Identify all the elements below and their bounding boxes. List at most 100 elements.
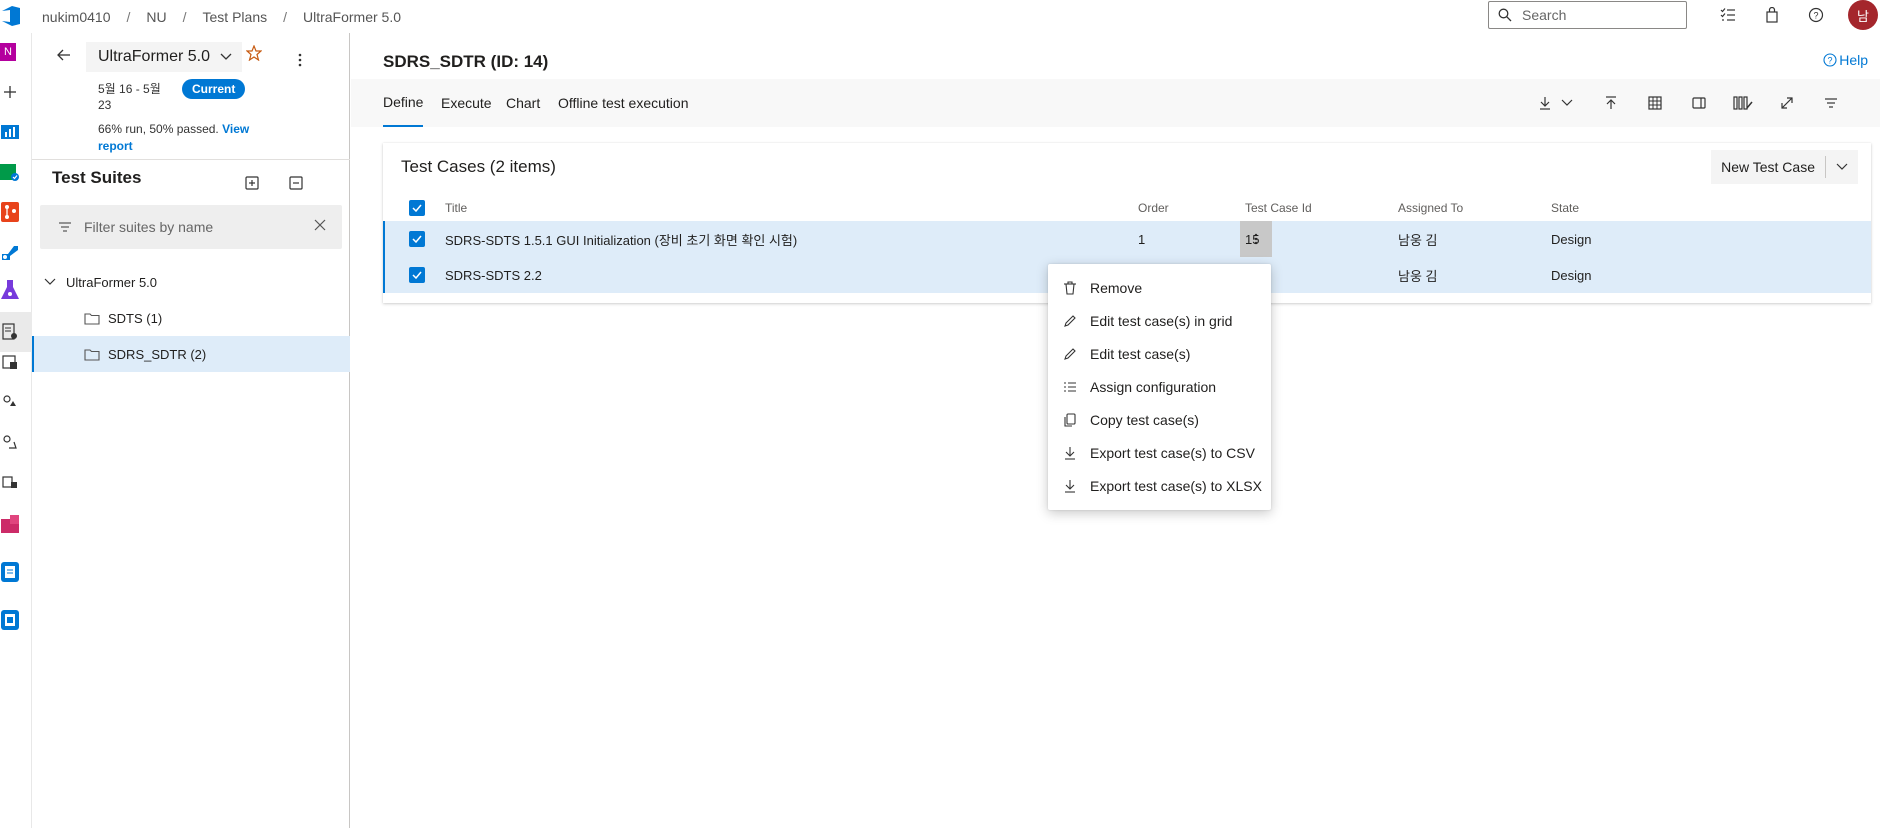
help-circle-icon[interactable]: ? (1794, 0, 1838, 30)
upload-icon[interactable] (1597, 91, 1625, 115)
cell-title[interactable]: SDRS-SDTS 2.2 (445, 257, 542, 293)
project-avatar[interactable]: N (0, 43, 16, 61)
overview-icon[interactable] (0, 121, 20, 143)
artifacts-icon[interactable] (0, 513, 20, 535)
favorite-star-icon[interactable] (246, 45, 266, 65)
search-box[interactable] (1488, 1, 1687, 29)
current-badge: Current (182, 79, 246, 99)
menu-item-assign-configuration[interactable]: Assign configuration (1048, 370, 1271, 403)
row-checkbox[interactable] (409, 267, 425, 283)
filter-icon (58, 221, 72, 233)
divider (32, 159, 350, 160)
filter-suites-box[interactable] (40, 205, 342, 249)
search-input[interactable] (1522, 7, 1672, 23)
pipelines-icon[interactable] (0, 241, 20, 263)
column-header-state[interactable]: State (1551, 201, 1579, 215)
column-header-assigned[interactable]: Assigned To (1398, 201, 1463, 215)
checklist-icon (1062, 381, 1078, 393)
tab-offline-execution[interactable]: Offline test execution (558, 79, 688, 127)
menu-item-edit-grid[interactable]: Edit test case(s) in grid (1048, 304, 1271, 337)
pencil-icon (1062, 314, 1078, 328)
download-icon (1062, 446, 1078, 460)
menu-item-export-xlsx[interactable]: Export test case(s) to XLSX (1048, 469, 1271, 502)
trash-icon (1062, 280, 1078, 295)
tree-item-sdrs-sdtr[interactable]: SDRS_SDTR (2) (32, 336, 350, 372)
more-options-icon[interactable] (298, 53, 318, 73)
export-dropdown-icon[interactable] (1533, 91, 1581, 115)
tab-define[interactable]: Define (383, 79, 424, 127)
tab-chart[interactable]: Chart (506, 79, 540, 127)
svg-text:?: ? (1813, 11, 1818, 21)
cell-title[interactable]: SDRS-SDTS 1.5.1 GUI Initialization (장비 초… (445, 221, 797, 257)
tree-item-sdts[interactable]: SDTS (1) (32, 300, 350, 336)
tree-item-root[interactable]: UltraFormer 5.0 (32, 264, 350, 300)
column-header-id[interactable]: Test Case Id (1245, 201, 1312, 215)
new-test-case-button[interactable]: New Test Case (1711, 150, 1825, 184)
parameters-icon[interactable] (0, 391, 20, 413)
collapse-all-icon[interactable] (284, 171, 308, 195)
cell-assigned: 남웅 김 (1398, 268, 1438, 284)
tab-execute[interactable]: Execute (441, 79, 492, 127)
filter-suites-input[interactable] (84, 219, 294, 235)
menu-item-label: Export test case(s) to CSV (1090, 444, 1255, 461)
cell-state: Design (1551, 231, 1592, 247)
menu-item-remove[interactable]: Remove (1048, 271, 1271, 304)
download-icon (1062, 479, 1078, 493)
menu-item-edit[interactable]: Edit test case(s) (1048, 337, 1271, 370)
runs-icon[interactable] (0, 471, 20, 493)
extension-docs-icon[interactable] (0, 609, 20, 631)
details-pane-icon[interactable] (1685, 91, 1713, 115)
menu-item-export-csv[interactable]: Export test case(s) to CSV (1048, 436, 1271, 469)
chevron-down-icon[interactable] (1826, 150, 1858, 184)
tree-item-label: UltraFormer 5.0 (66, 274, 158, 290)
menu-item-label: Edit test case(s) (1090, 345, 1191, 362)
breadcrumb-test-plans[interactable]: Test Plans (203, 9, 268, 25)
repos-icon[interactable] (0, 201, 20, 223)
menu-item-label: Export test case(s) to XLSX (1090, 477, 1262, 494)
column-header-title[interactable]: Title (445, 201, 467, 215)
add-icon[interactable] (0, 81, 20, 103)
marketplace-bag-icon[interactable] (1750, 0, 1794, 30)
chevron-down-icon[interactable] (44, 278, 56, 286)
stats-text: 66% run, 50% passed. (98, 122, 219, 136)
extension-report-icon[interactable] (0, 561, 20, 583)
column-header-order[interactable]: Order (1138, 201, 1169, 215)
test-plans-icon[interactable] (0, 279, 20, 301)
breadcrumb-org[interactable]: nukim0410 (42, 9, 111, 25)
grid-view-icon[interactable] (1641, 91, 1669, 115)
tab-bar: Define Execute Chart Offline test execut… (351, 79, 1880, 127)
tree-item-label: SDTS (1) (108, 310, 163, 326)
column-options-icon[interactable] (1729, 91, 1757, 115)
cell-state: Design (1551, 267, 1592, 283)
close-icon[interactable] (314, 219, 326, 231)
breadcrumb-plan[interactable]: UltraFormer 5.0 (303, 9, 401, 25)
breadcrumb-project[interactable]: NU (146, 9, 166, 25)
plan-picker[interactable]: UltraFormer 5.0 (86, 42, 243, 72)
menu-item-copy[interactable]: Copy test case(s) (1048, 403, 1271, 436)
test-plans-active-icon[interactable] (0, 312, 32, 352)
filter-icon[interactable] (1817, 91, 1845, 115)
search-icon (1498, 8, 1512, 22)
help-link[interactable]: ? Help (1823, 52, 1868, 68)
configurations-icon[interactable] (0, 431, 20, 453)
test-suites-title: Test Suites (52, 168, 142, 187)
menu-item-label: Edit test case(s) in grid (1090, 312, 1233, 329)
cell-order: 1 (1138, 231, 1146, 247)
fullscreen-icon[interactable] (1773, 91, 1801, 115)
plan-stats: 66% run, 50% passed. View report (98, 121, 258, 155)
expand-all-icon[interactable] (240, 171, 264, 195)
row-checkbox[interactable] (409, 231, 425, 247)
menu-item-label: Copy test case(s) (1090, 411, 1199, 428)
menu-item-label: Remove (1090, 279, 1143, 296)
svg-text:?: ? (1828, 56, 1833, 66)
azure-devops-logo-icon[interactable] (0, 4, 26, 28)
table-row[interactable]: SDRS-SDTS 1.5.1 GUI Initialization (장비 초… (383, 221, 1871, 257)
user-avatar[interactable]: 남 (1848, 0, 1878, 30)
help-circle-icon: ? (1823, 53, 1837, 67)
select-all-checkbox[interactable] (409, 200, 425, 216)
back-arrow-icon[interactable] (52, 43, 76, 67)
work-items-icon[interactable] (1706, 0, 1750, 30)
menu-item-label: Assign configuration (1090, 378, 1217, 395)
progress-report-icon[interactable] (0, 351, 20, 373)
boards-icon[interactable] (0, 161, 20, 183)
